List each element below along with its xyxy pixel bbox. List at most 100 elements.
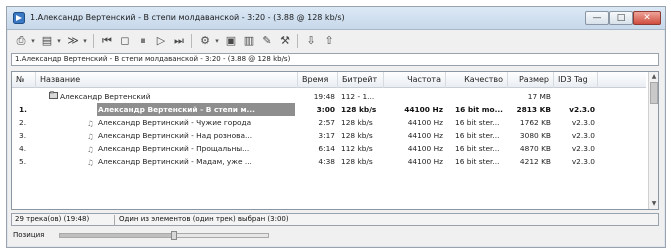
track-bitrate-cell: 128 kb/s bbox=[341, 157, 373, 166]
track-tag-cell: v2.3.0 bbox=[571, 131, 595, 140]
album-row[interactable]: Александр Вертенский 19:48 112 - 1... 17… bbox=[12, 90, 646, 103]
track-title-cell: ♫ Александр Вертинский - Чужие города bbox=[84, 116, 296, 129]
track-row[interactable]: 5. ♫ Александр Вертинский - Мадам, уже ..… bbox=[12, 155, 646, 168]
dropdown-arrow-icon[interactable]: ▾ bbox=[29, 33, 37, 49]
sort-desc-icon[interactable]: ⇩ bbox=[303, 33, 319, 49]
play-icon[interactable]: ▷ bbox=[153, 33, 169, 49]
music-note-icon: ♫ bbox=[87, 145, 94, 154]
track-frequency-cell: 44100 Hz bbox=[404, 105, 443, 114]
track-title-text: Александр Вертинский - Прощальны... bbox=[98, 144, 250, 153]
album-bitrate-cell: 112 - 1... bbox=[341, 92, 375, 101]
track-title-cell: ♫ Александр Вертинский - Мадам, уже ... bbox=[84, 155, 296, 168]
dropdown-arrow-icon[interactable]: ▾ bbox=[55, 33, 63, 49]
track-number-cell: 2. bbox=[19, 118, 27, 127]
track-time-cell: 2:57 bbox=[318, 118, 335, 127]
dropdown-arrow-icon[interactable]: ▾ bbox=[213, 33, 221, 49]
track-info-text: 1.Александр Вертенский - В степи молдава… bbox=[15, 55, 291, 63]
maximize-button[interactable]: □ bbox=[609, 11, 633, 25]
track-size-cell: 1762 KB bbox=[519, 118, 551, 127]
position-bar: Позиция bbox=[11, 229, 659, 242]
track-bitrate-cell: 128 kb/s bbox=[341, 118, 373, 127]
sort-asc-icon[interactable]: ⇧ bbox=[321, 33, 337, 49]
position-handle[interactable] bbox=[171, 231, 178, 240]
music-note-icon: ♫ bbox=[87, 158, 94, 167]
close-icon: ✕ bbox=[643, 13, 651, 23]
toolbar-separator bbox=[297, 34, 298, 48]
toolbar-separator bbox=[191, 34, 192, 48]
track-quality-cell: 16 bit ster... bbox=[455, 131, 500, 140]
album-title-cell: Александр Вертенский bbox=[46, 90, 296, 103]
music-note-icon: ♫ bbox=[87, 132, 94, 141]
app-icon bbox=[13, 12, 25, 24]
track-row[interactable]: 4. ♫ Александр Вертинский - Прощальны... … bbox=[12, 142, 646, 155]
track-row[interactable]: 3. ♫ Александр Вертинский - Над рознова..… bbox=[12, 129, 646, 142]
col-header-frequency[interactable]: Частота bbox=[384, 72, 446, 88]
tools-icon[interactable]: ⚒ bbox=[277, 33, 293, 49]
track-size-cell: 2813 KB bbox=[516, 105, 551, 114]
track-row[interactable]: 1. ♫ Александр Вертенский - В степи м... … bbox=[12, 103, 646, 116]
pause-icon[interactable]: ⏸ bbox=[135, 33, 151, 49]
track-frequency-cell: 44100 Hz bbox=[407, 118, 443, 127]
effects-icon[interactable]: ≫ bbox=[65, 33, 81, 49]
col-header-quality[interactable]: Качество bbox=[446, 72, 508, 88]
track-time-cell: 4:38 bbox=[318, 157, 335, 166]
col-header-time[interactable]: Время bbox=[298, 72, 338, 88]
col-header-id3-tag[interactable]: ID3 Tag bbox=[554, 72, 598, 88]
track-title-cell: ♫ Александр Вертинский - Прощальны... bbox=[84, 142, 296, 155]
track-quality-cell: 16 bit ster... bbox=[455, 118, 500, 127]
position-slider[interactable] bbox=[59, 231, 269, 240]
stop-icon[interactable]: ◻ bbox=[117, 33, 133, 49]
col-header-size[interactable]: Размер bbox=[508, 72, 554, 88]
track-bitrate-cell: 128 kb/s bbox=[341, 131, 373, 140]
album-time-cell: 19:48 bbox=[313, 92, 335, 101]
library-icon[interactable]: ▥ bbox=[241, 33, 257, 49]
col-header-title[interactable]: Название bbox=[36, 72, 298, 88]
track-title-text: Александр Вертинский - Чужие города bbox=[98, 118, 252, 127]
track-number-cell: 3. bbox=[19, 131, 27, 140]
album-folder-icon bbox=[49, 91, 58, 99]
close-button[interactable]: ✕ bbox=[633, 11, 661, 25]
vertical-scrollbar[interactable]: ▲ ▼ bbox=[648, 72, 658, 209]
edit-icon[interactable]: ✎ bbox=[259, 33, 275, 49]
track-info-bar: 1.Александр Вертенский - В степи молдава… bbox=[11, 53, 659, 66]
album-title-text: Александр Вертенский bbox=[60, 92, 151, 101]
track-row[interactable]: 2. ♫ Александр Вертинский - Чужие города … bbox=[12, 116, 646, 129]
track-title-text: Александр Вертенский - В степи м... bbox=[98, 105, 255, 114]
music-note-icon: ♫ bbox=[87, 119, 94, 128]
minimize-icon: — bbox=[592, 13, 602, 23]
app-window: 1.Александр Вертенский - В степи молдава… bbox=[6, 6, 666, 248]
track-tag-cell: v2.3.0 bbox=[571, 157, 595, 166]
track-size-cell: 4870 KB bbox=[519, 144, 551, 153]
track-size-cell: 3080 KB bbox=[519, 131, 551, 140]
track-bitrate-cell: 112 kb/s bbox=[341, 144, 373, 153]
status-bar: 29 трека(ов) (19:48) Один из элементов (… bbox=[11, 213, 659, 226]
track-frequency-cell: 44100 Hz bbox=[407, 157, 443, 166]
print-icon[interactable]: ⎙ bbox=[13, 33, 29, 49]
track-time-cell: 6:14 bbox=[318, 144, 335, 153]
dropdown-arrow-icon[interactable]: ▾ bbox=[81, 33, 89, 49]
window-title: 1.Александр Вертенский - В степи молдава… bbox=[30, 13, 345, 22]
track-size-cell: 4212 KB bbox=[519, 157, 551, 166]
col-header-no[interactable]: № bbox=[12, 72, 36, 88]
scroll-thumb[interactable] bbox=[650, 82, 658, 104]
folder-icon[interactable]: ▣ bbox=[223, 33, 239, 49]
status-selection: Один из элементов (один трек) выбран (3:… bbox=[119, 215, 289, 223]
track-bitrate-cell: 128 kb/s bbox=[341, 105, 377, 114]
track-tag-cell: v2.3.0 bbox=[569, 105, 595, 114]
position-label: Позиция bbox=[13, 231, 45, 239]
prev-icon[interactable]: ⏮ bbox=[99, 33, 115, 49]
scroll-down-icon[interactable]: ▼ bbox=[650, 200, 658, 208]
next-icon[interactable]: ⏭ bbox=[171, 33, 187, 49]
playlist-icon[interactable]: ▤ bbox=[39, 33, 55, 49]
minimize-button[interactable]: — bbox=[585, 11, 609, 25]
playlist-view[interactable]: № Название Время Битрейт Частота Качеств… bbox=[11, 71, 659, 210]
track-quality-cell: 16 bit ster... bbox=[455, 144, 500, 153]
track-frequency-cell: 44100 Hz bbox=[407, 144, 443, 153]
status-divider bbox=[114, 215, 115, 225]
col-header-bitrate[interactable]: Битрейт bbox=[338, 72, 384, 88]
scroll-up-icon[interactable]: ▲ bbox=[650, 73, 658, 81]
toolbar-separator bbox=[93, 34, 94, 48]
position-fill bbox=[60, 234, 175, 237]
title-bar[interactable]: 1.Александр Вертенский - В степи молдава… bbox=[7, 7, 665, 30]
settings-icon[interactable]: ⚙ bbox=[197, 33, 213, 49]
